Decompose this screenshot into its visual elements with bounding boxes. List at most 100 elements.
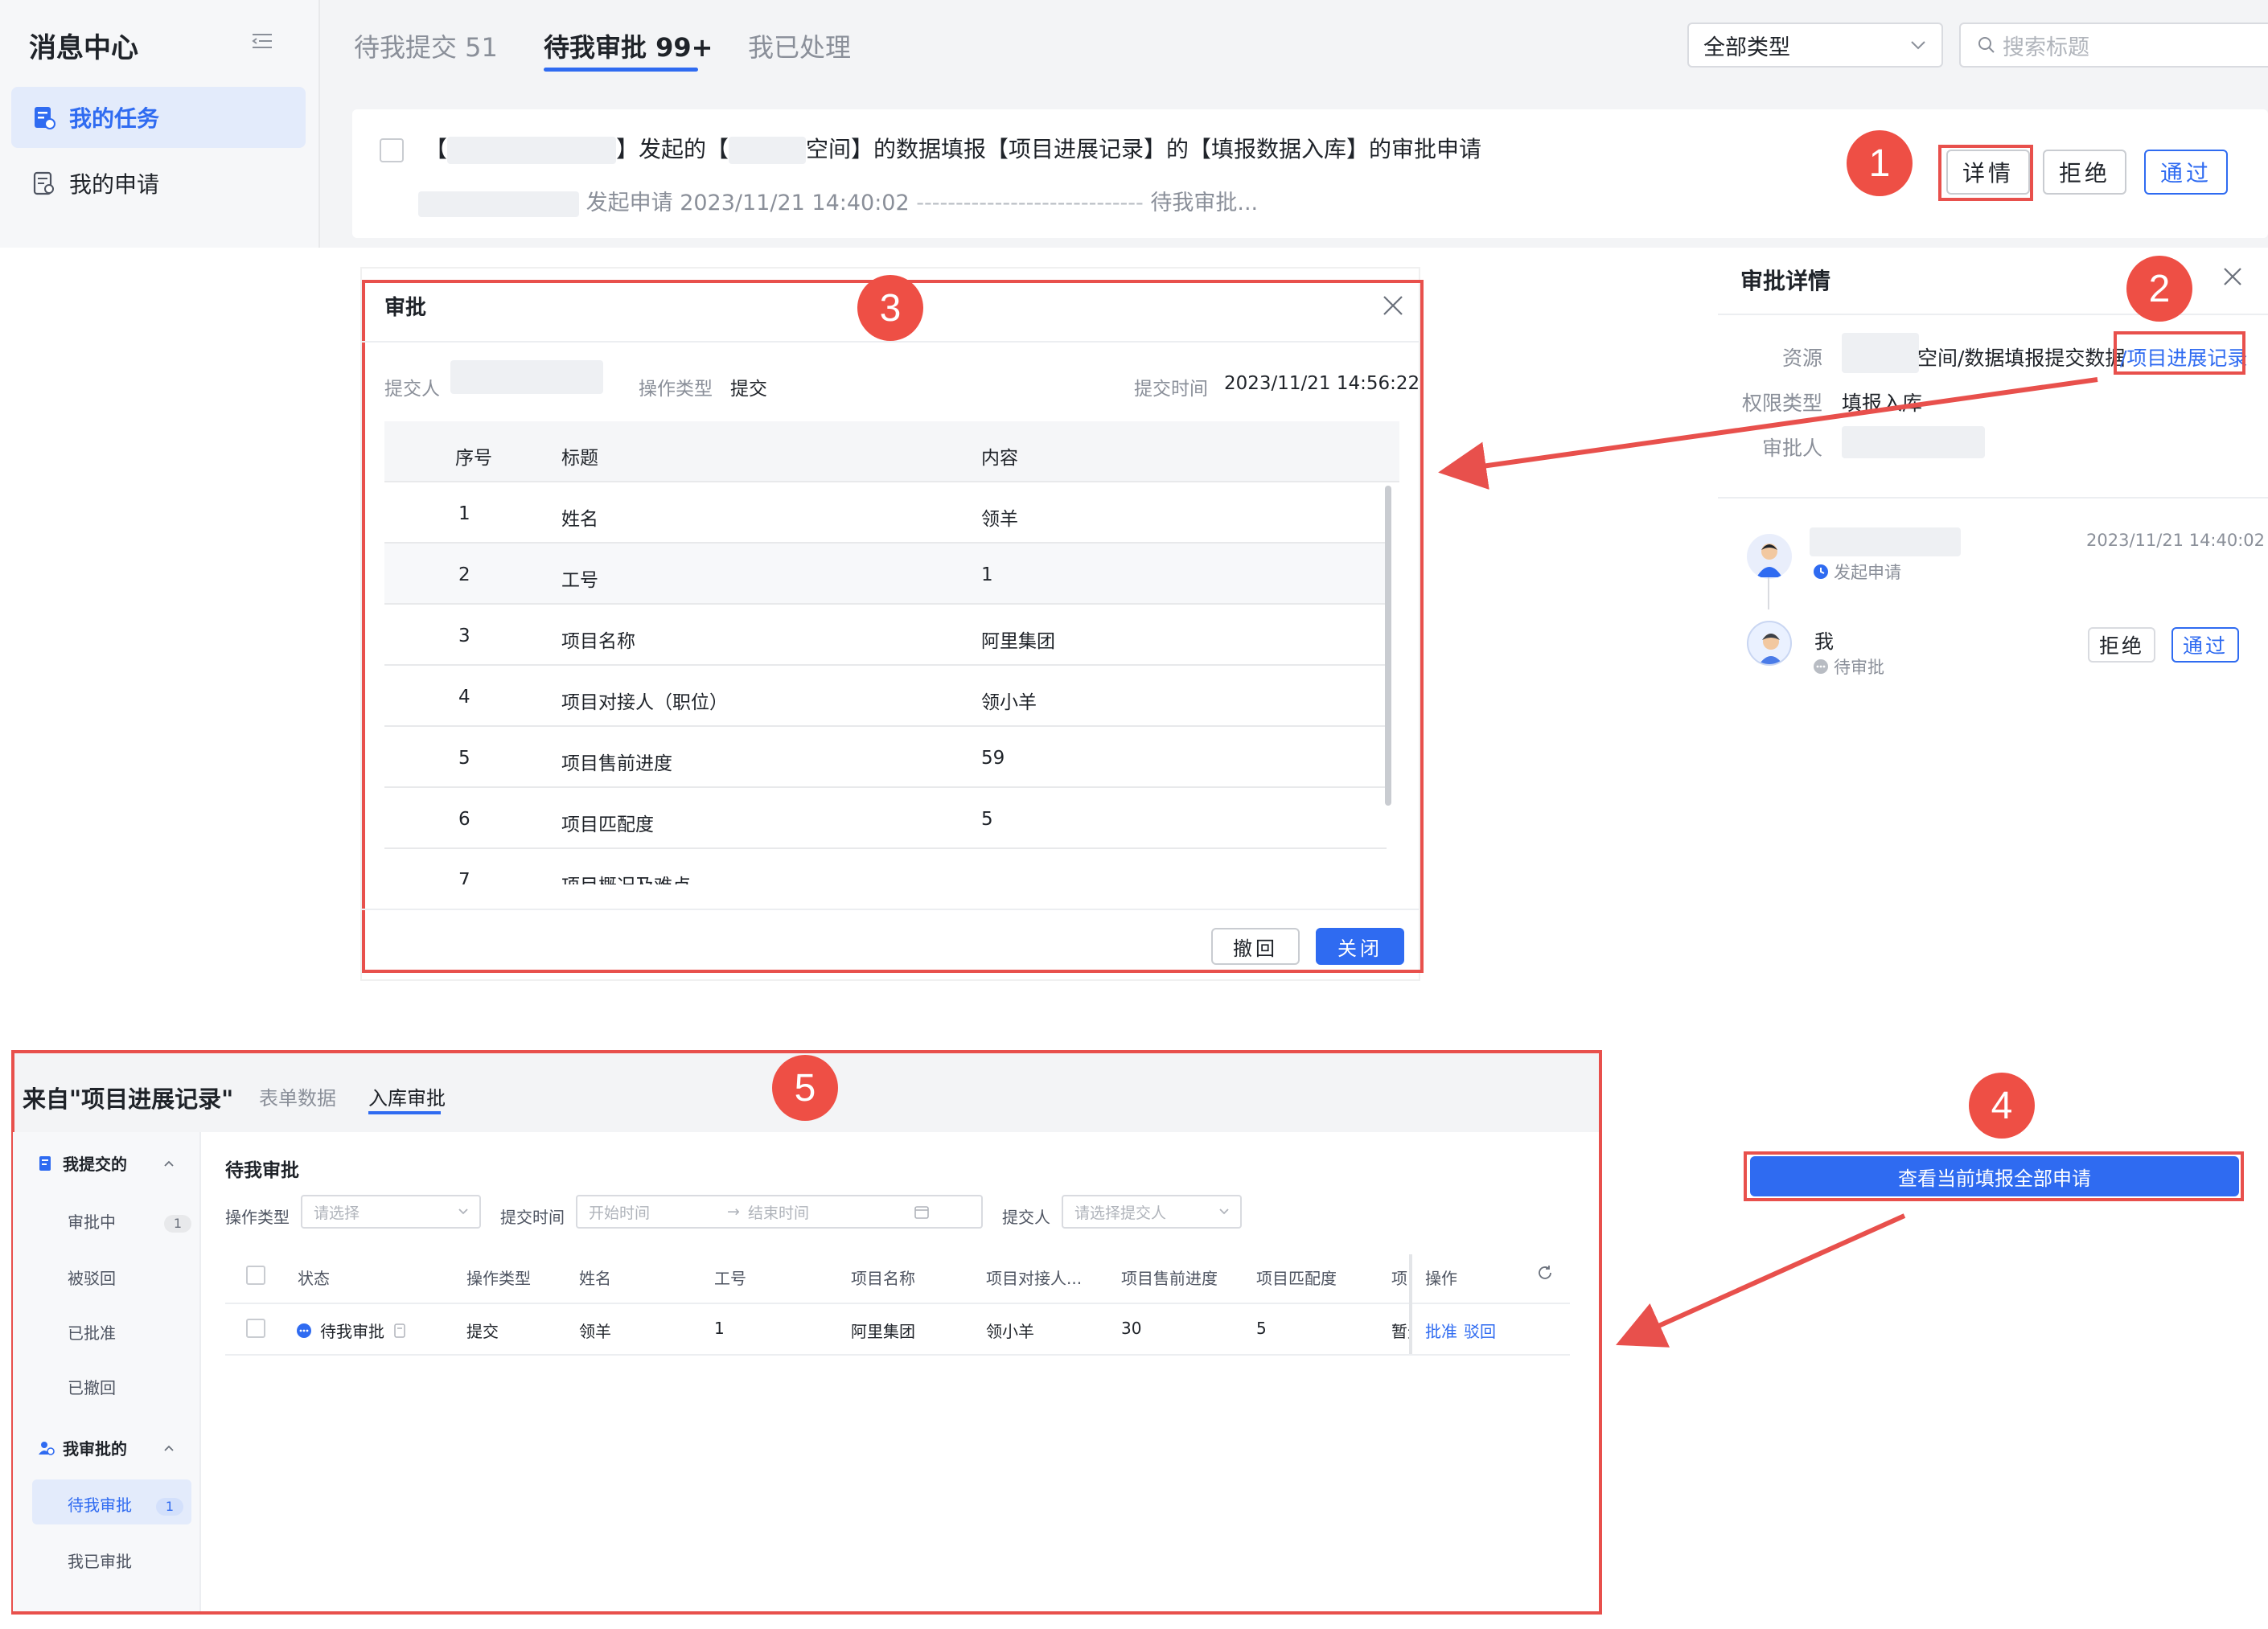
refresh-icon[interactable] [1536, 1264, 1554, 1282]
cell-content: 1 [981, 564, 993, 585]
sidebar-item-approved[interactable]: 已批准 [68, 1320, 116, 1344]
highlight-box-2 [2114, 331, 2245, 375]
cell-content: 阿里集团 [981, 631, 1055, 652]
highlight-box-4 [1744, 1151, 2244, 1201]
withdraw-button[interactable]: 撤回 [1211, 928, 1300, 965]
timeline-status-initiated: 发起申请 [1813, 560, 1901, 584]
tab-pending-submit[interactable]: 待我提交 51 [354, 27, 498, 64]
clock-icon [1814, 564, 1828, 579]
close-button[interactable]: 关闭 [1316, 928, 1404, 965]
user-check-icon [39, 1441, 55, 1455]
task-status: 待我审批... [1150, 191, 1259, 215]
close-icon[interactable] [1380, 293, 1406, 318]
cell-title: 项目匹配度 [561, 814, 654, 835]
submitter-label: 提交人 [384, 379, 440, 400]
sidebar-item-label: 审批中 [68, 1213, 116, 1232]
sidebar-item-pending-review[interactable]: 待我审批 1 [68, 1492, 183, 1516]
annotation-badge-3: 3 [857, 275, 923, 341]
close-icon[interactable] [2221, 265, 2244, 288]
sidebar-item-label: 我的申请 [69, 171, 160, 198]
task-title: 【 】发起的【 空间】的数据填报【项目进展记录】的【填报数据入库】的审批申请 [425, 132, 1481, 164]
sidebar-item-rejected[interactable]: 被驳回 [68, 1266, 116, 1289]
avatar [1747, 534, 1792, 579]
column-header: 项目名称 [851, 1269, 915, 1288]
task-icon [35, 107, 55, 129]
sidebar-item-withdrawn[interactable]: 已撤回 [68, 1375, 116, 1398]
reject-button[interactable]: 拒绝 [2043, 150, 2126, 195]
redacted-name [447, 137, 617, 164]
reject-link[interactable]: 驳回 [1464, 1319, 1496, 1342]
divider [225, 1354, 1570, 1356]
cell-content: 领小羊 [981, 692, 1037, 713]
approve-link[interactable]: 批准 [1425, 1319, 1457, 1342]
resource-value: 空间/数据填报提交数据 [1917, 347, 2126, 370]
column-header: 项目 [1391, 1269, 1409, 1288]
timeline-status-text: 发起申请 [1834, 563, 1901, 582]
calendar-icon [914, 1206, 929, 1219]
sidebar-group-my-submitted[interactable]: 我提交的 [37, 1151, 175, 1175]
active-tab-indicator [544, 68, 698, 72]
detail-reject-button[interactable]: 拒绝 [2088, 627, 2155, 663]
cell-content: 59 [981, 748, 1005, 769]
annotation-badge-1: 1 [1847, 130, 1913, 196]
arrow-to-panel [1616, 1213, 1906, 1348]
detail-pass-button[interactable]: 通过 [2171, 627, 2239, 663]
column-header: 标题 [561, 448, 598, 469]
sidebar-item-reviewed[interactable]: 我已审批 [68, 1549, 132, 1572]
table-row: 7 项目概况及难点 [384, 849, 1387, 884]
date-range-picker[interactable]: 开始时间 → 结束时间 [576, 1195, 983, 1229]
application-icon [33, 171, 54, 195]
cell-no: 2 [458, 564, 470, 585]
tab-form-data[interactable]: 表单数据 [259, 1082, 336, 1110]
op-type-label: 操作类型 [639, 379, 713, 400]
tab-storage-review[interactable]: 入库审批 [368, 1082, 446, 1110]
arrow-right-icon: → [727, 1203, 740, 1221]
task-checkbox[interactable] [380, 138, 404, 162]
document-icon [39, 1155, 51, 1171]
op-type-filter-label: 操作类型 [225, 1208, 290, 1227]
edit-doc-icon[interactable] [392, 1323, 409, 1339]
task-meta: 发起申请 2023/11/21 14:40:02 ---------------… [418, 185, 1258, 217]
tab-processed[interactable]: 我已处理 [748, 27, 851, 64]
cell-match: 5 [1256, 1319, 1267, 1338]
app-title: 消息中心 [29, 32, 138, 64]
collapse-menu-icon[interactable] [251, 32, 273, 50]
row-status: 待我审批 [296, 1319, 409, 1342]
cell-title: 姓名 [561, 509, 598, 530]
task-title-part: 】发起的【 [616, 136, 729, 162]
submitter-select[interactable]: 请选择提交人 [1062, 1195, 1242, 1229]
sidebar-item-in-review[interactable]: 审批中 1 [68, 1209, 191, 1233]
timeline-time: 2023/11/21 14:40:02 [2086, 531, 2266, 550]
approval-detail-title: 审批详情 [1740, 268, 1831, 294]
row-checkbox[interactable] [246, 1319, 265, 1338]
task-initiate-label: 发起申请 [585, 191, 673, 215]
sidebar-item-my-applications[interactable]: 我的申请 [11, 153, 306, 214]
select-all-checkbox[interactable] [246, 1266, 265, 1285]
divider [1718, 497, 2268, 499]
sidebar-item-label: 待我审批 [68, 1496, 132, 1515]
more-icon [1814, 659, 1828, 674]
op-type-select[interactable]: 请选择 [301, 1195, 481, 1229]
column-header: 序号 [455, 448, 492, 469]
type-select[interactable]: 全部类型 [1687, 23, 1943, 68]
cell-title: 项目对接人（职位） [561, 692, 728, 713]
end-date-placeholder: 结束时间 [747, 1204, 809, 1222]
table-row: 5 项目售前进度 59 [384, 727, 1387, 788]
modal-table: 序号 标题 内容 1 姓名 领羊 2 工号 1 3 项目名称 阿里集团 4 项目对接人（职位）… [384, 421, 1399, 884]
table-row: 3 项目名称 阿里集团 [384, 605, 1387, 666]
redacted-space [729, 137, 807, 164]
annotation-badge-4: 4 [1969, 1073, 2035, 1139]
column-header: 项目售前进度 [1121, 1269, 1218, 1288]
redacted-user [418, 191, 579, 217]
fixed-column-shadow [1409, 1254, 1412, 1354]
scrollbar[interactable] [1385, 486, 1391, 806]
sidebar-item-my-tasks[interactable]: 我的任务 [11, 87, 306, 148]
form-source-title: 来自"项目进展记录" [23, 1085, 234, 1113]
sidebar-group-my-reviewed[interactable]: 我审批的 [37, 1436, 175, 1459]
tab-pending-review[interactable]: 待我审批 99+ [544, 27, 713, 64]
divider [362, 341, 1419, 343]
search-input[interactable]: 搜索标题 [1959, 23, 2268, 68]
modal-title: 审批 [384, 296, 427, 320]
pass-button[interactable]: 通过 [2144, 150, 2228, 195]
table-header: 序号 标题 内容 [384, 421, 1399, 482]
